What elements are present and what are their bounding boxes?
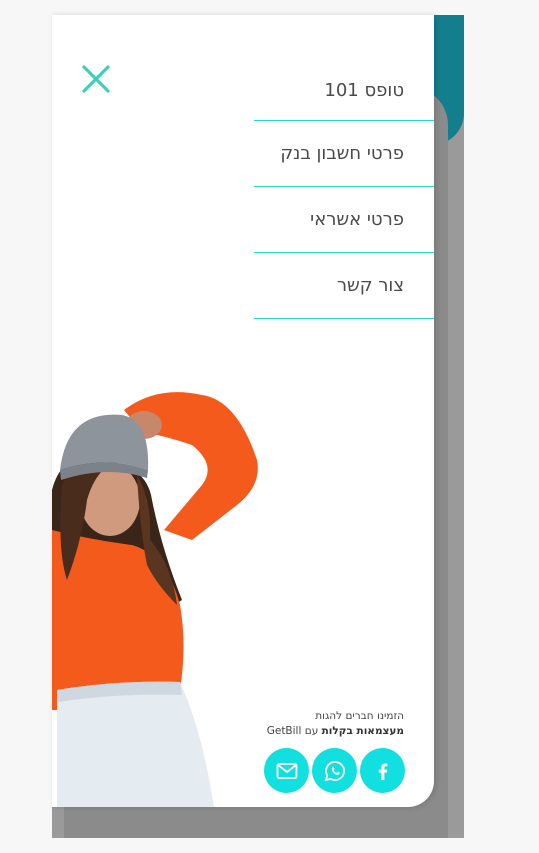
whatsapp-share-button[interactable] (312, 748, 357, 793)
menu-item-bank-details[interactable]: פרטי חשבון בנק (254, 121, 434, 187)
whatsapp-icon (324, 760, 345, 781)
woman-illustration (52, 392, 258, 807)
side-menu-panel: טופס 101 פרטי חשבון בנק פרטי אשראי צור ק… (52, 15, 434, 807)
invite-line-1: הזמינו חברים להגות (315, 710, 404, 722)
invite-text: הזמינו חברים להגות מעצמאות בקלות עם GetB… (267, 709, 404, 739)
facebook-icon (378, 762, 387, 780)
email-share-button[interactable] (264, 748, 309, 793)
close-icon[interactable] (80, 63, 112, 95)
menu-item-credit-details[interactable]: פרטי אשראי (254, 187, 434, 253)
invite-highlight: מעצמאות בקלות (321, 725, 404, 737)
social-share-buttons (264, 748, 405, 793)
main-menu: טופס 101 פרטי חשבון בנק פרטי אשראי צור ק… (254, 60, 434, 319)
menu-item-contact[interactable]: צור קשר (254, 253, 434, 319)
email-icon (276, 762, 297, 779)
facebook-share-button[interactable] (360, 748, 405, 793)
invite-line-2: מעצמאות בקלות עם GetBill (267, 724, 404, 739)
menu-item-form-101[interactable]: טופס 101 (254, 60, 434, 121)
invite-brand: עם GetBill (266, 725, 322, 737)
